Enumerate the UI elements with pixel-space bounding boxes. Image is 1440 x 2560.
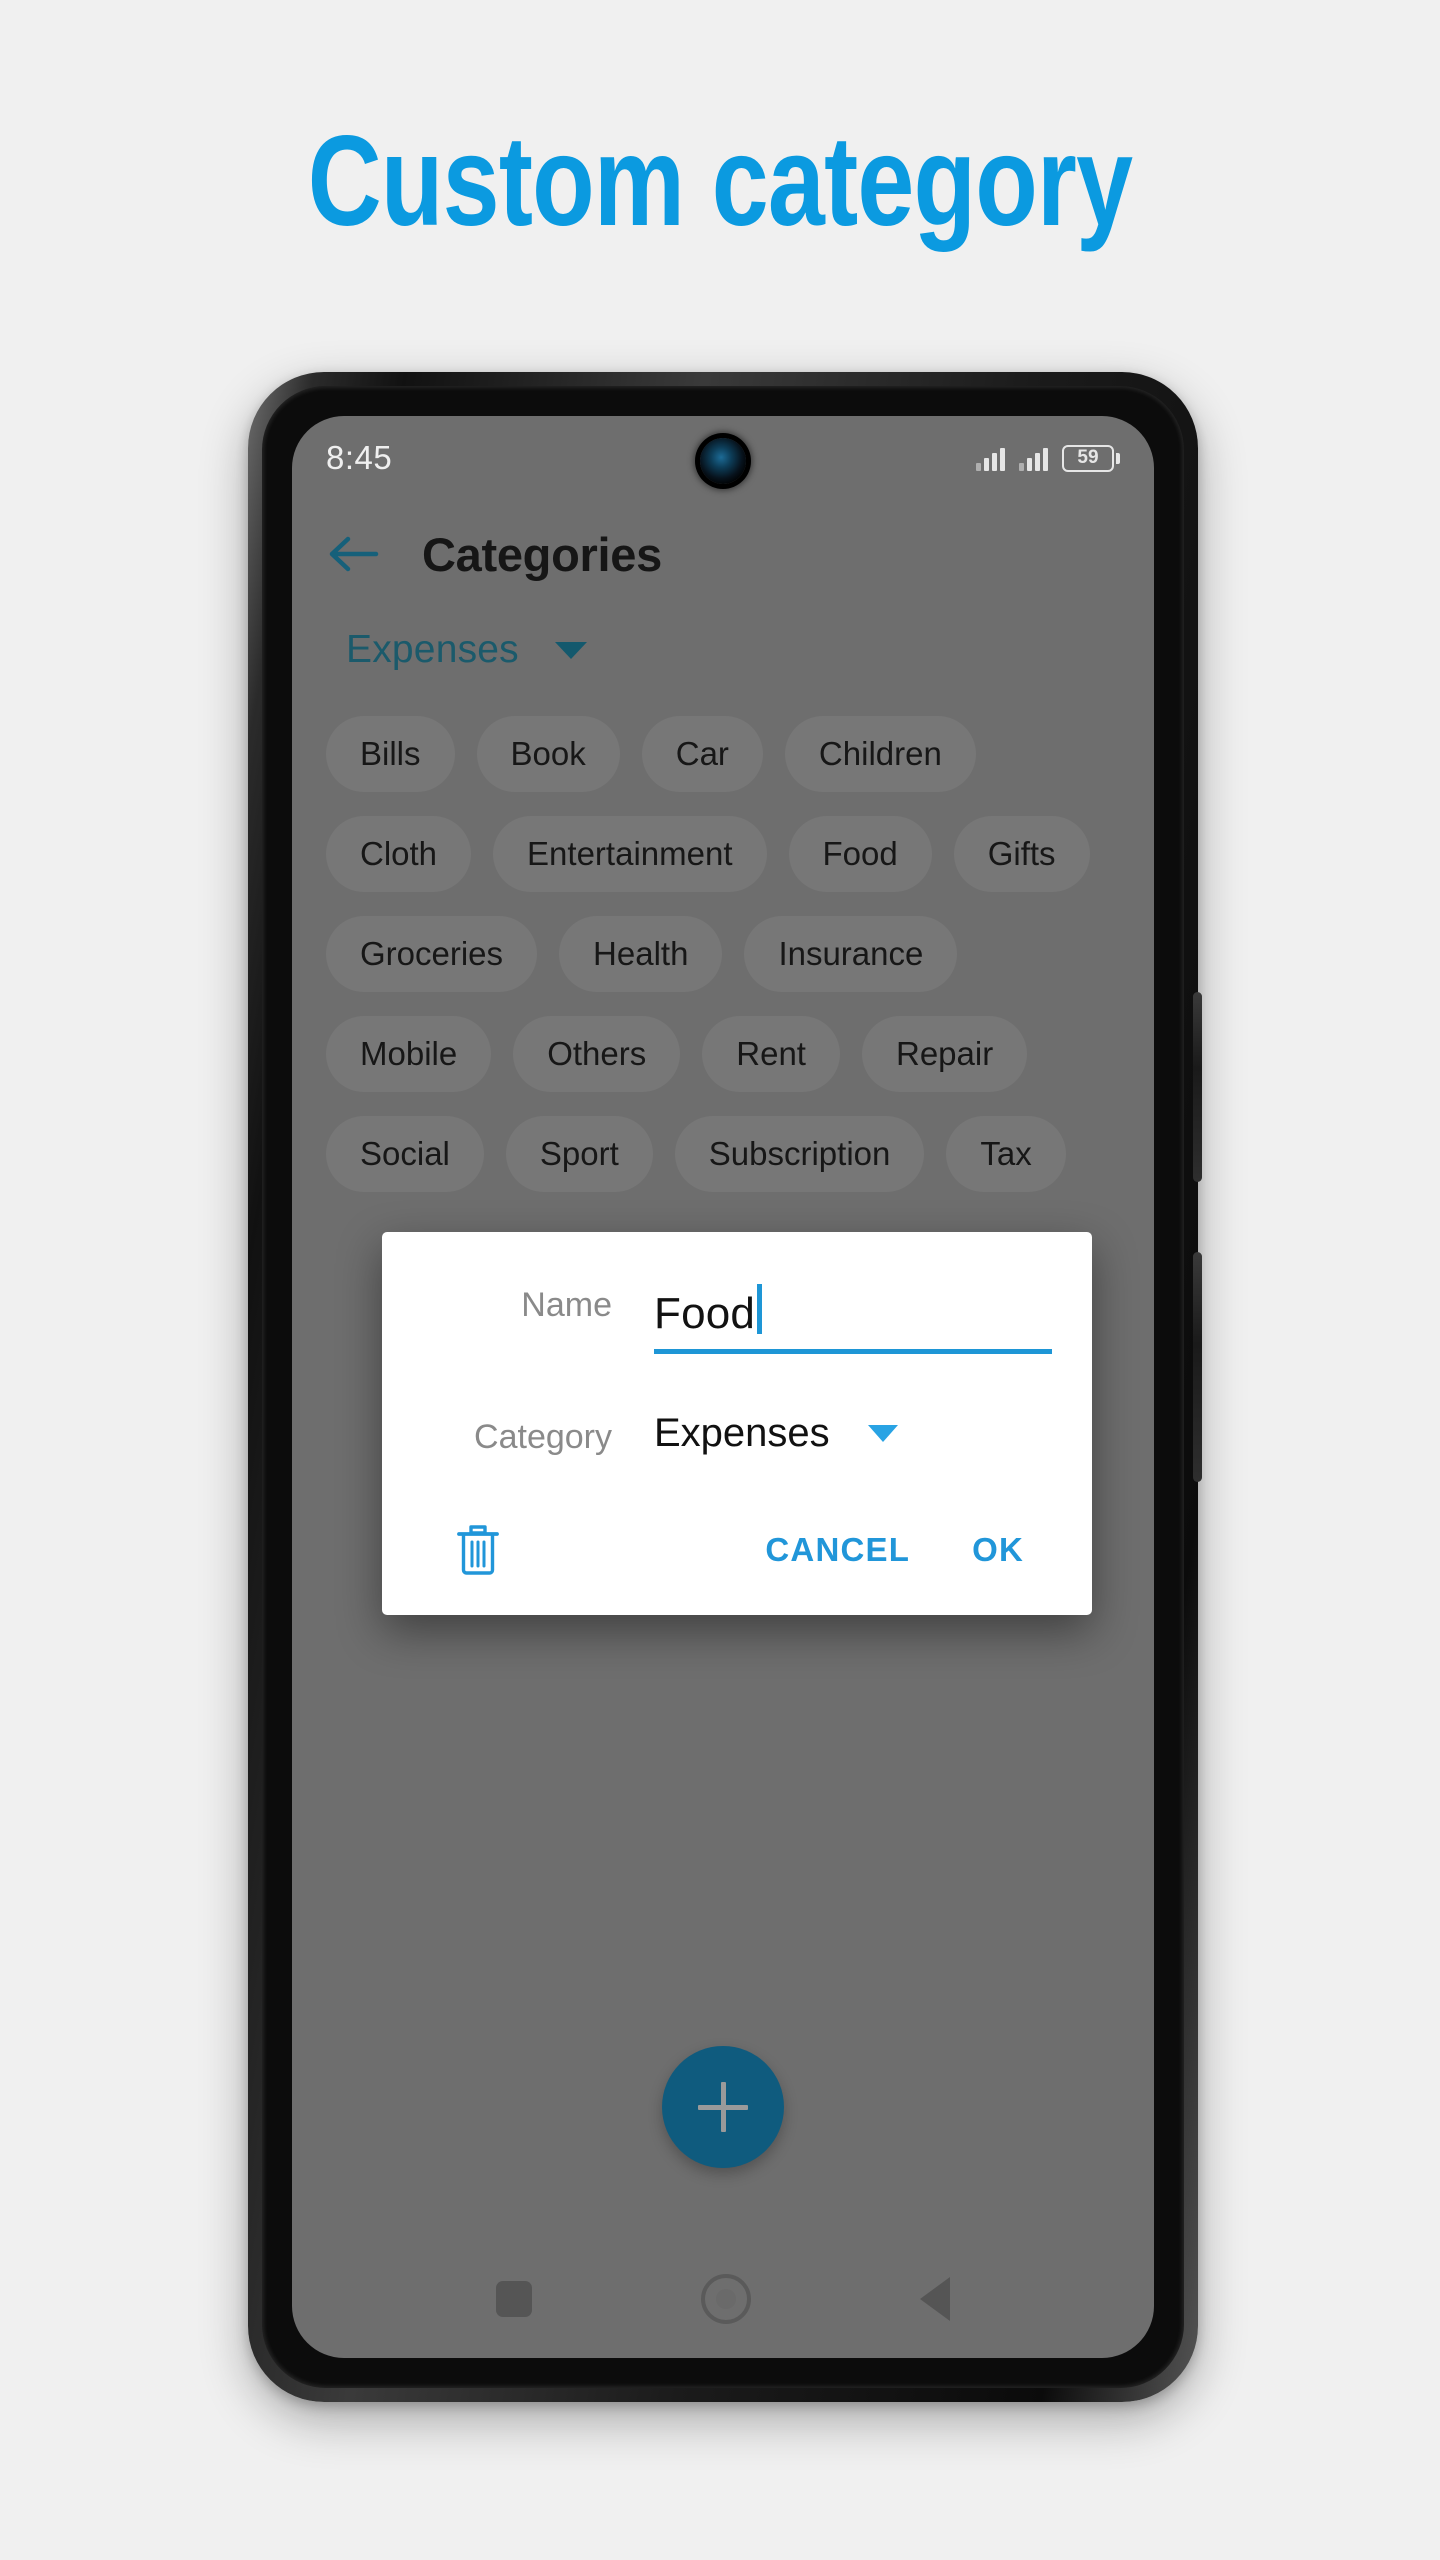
chevron-down-icon[interactable] xyxy=(867,1425,898,1442)
name-field-row: Name Food xyxy=(422,1278,1052,1354)
phone-frame: 8:45 59 Categories Expenses Bills Book C… xyxy=(248,372,1202,2402)
phone-bezel: 8:45 59 Categories Expenses Bills Book C… xyxy=(262,386,1184,2388)
category-chip[interactable]: Mobile xyxy=(326,1016,492,1092)
category-chip[interactable]: Cloth xyxy=(326,816,472,892)
name-input[interactable]: Food xyxy=(654,1278,1052,1354)
dialog-action-row: CANCEL OK xyxy=(422,1519,1052,1587)
plus-icon-vertical xyxy=(720,2082,726,2132)
category-dropdown[interactable]: Expenses xyxy=(654,1411,1052,1456)
trash-icon[interactable] xyxy=(450,1519,506,1581)
status-time: 8:45 xyxy=(326,439,393,476)
category-chip[interactable]: Sport xyxy=(505,1116,653,1192)
category-chip[interactable]: Book xyxy=(476,716,620,792)
category-chip[interactable]: Gifts xyxy=(953,816,1090,892)
category-field-row: Category Expenses xyxy=(422,1410,1052,1457)
square-recents-icon[interactable] xyxy=(496,2281,533,2317)
ok-button[interactable]: OK xyxy=(962,1523,1034,1577)
battery-cap xyxy=(1116,452,1120,464)
category-chip-list: Bills Book Car Children Cloth Entertainm… xyxy=(326,716,1120,1192)
page-title: Custom category xyxy=(307,110,1133,253)
category-chip[interactable]: Insurance xyxy=(744,916,958,992)
category-chip[interactable]: Subscription xyxy=(674,1116,925,1192)
category-chip[interactable]: Others xyxy=(513,1016,681,1092)
name-field-body: Food xyxy=(654,1278,1052,1354)
name-input-value: Food xyxy=(654,1289,756,1338)
system-nav-bar xyxy=(292,2240,1154,2358)
category-chip[interactable]: Repair xyxy=(861,1016,1028,1092)
category-chip[interactable]: Tax xyxy=(946,1116,1066,1192)
circle-home-icon[interactable] xyxy=(700,2274,751,2324)
signal-bars-icon xyxy=(976,445,1005,471)
type-selector-label: Expenses xyxy=(346,628,519,671)
battery-percent: 59 xyxy=(1062,444,1114,472)
back-arrow-icon[interactable] xyxy=(324,525,382,583)
add-category-fab[interactable] xyxy=(662,2046,784,2168)
cancel-button[interactable]: CANCEL xyxy=(755,1523,920,1577)
type-selector[interactable]: Expenses xyxy=(346,628,587,672)
category-chip[interactable]: Groceries xyxy=(326,916,538,992)
app-bar: Categories xyxy=(292,500,1154,608)
app-bar-title: Categories xyxy=(422,527,662,581)
category-chip[interactable]: Rent xyxy=(702,1016,840,1092)
category-label: Category xyxy=(474,1418,612,1456)
phone-screen: 8:45 59 Categories Expenses Bills Book C… xyxy=(292,416,1154,2358)
signal-bars-icon-2 xyxy=(1019,445,1048,471)
chevron-down-icon[interactable] xyxy=(554,641,587,659)
volume-button[interactable] xyxy=(1193,992,1202,1182)
name-label: Name xyxy=(521,1286,612,1324)
triangle-back-icon[interactable] xyxy=(919,2277,950,2321)
status-icons: 59 xyxy=(976,444,1120,472)
category-chip[interactable]: Social xyxy=(326,1116,484,1192)
category-chip[interactable]: Entertainment xyxy=(493,816,767,892)
battery-icon: 59 xyxy=(1062,444,1120,472)
power-button[interactable] xyxy=(1193,1252,1202,1482)
category-chip[interactable]: Children xyxy=(784,716,976,792)
edit-category-dialog: Name Food Category Expenses CANCEL OK xyxy=(382,1232,1092,1615)
category-chip[interactable]: Car xyxy=(641,716,763,792)
category-chip[interactable]: Health xyxy=(559,916,723,992)
category-chip[interactable]: Bills xyxy=(326,716,455,792)
front-camera-icon xyxy=(700,438,746,484)
text-cursor xyxy=(757,1284,763,1334)
category-dropdown-value: Expenses xyxy=(654,1411,830,1455)
status-bar: 8:45 59 xyxy=(292,416,1154,500)
category-chip[interactable]: Food xyxy=(788,816,932,892)
category-field-body: Expenses xyxy=(654,1411,1052,1456)
